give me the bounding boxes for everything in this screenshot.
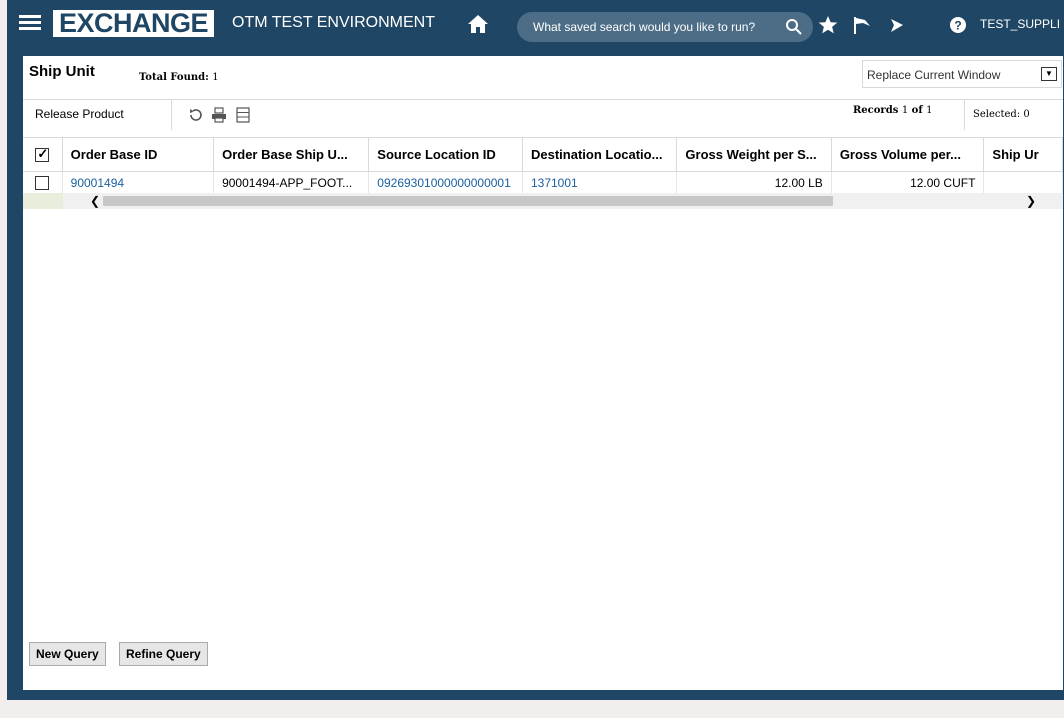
ship-unit-table: Order Base ID Order Base Ship U... Sourc… <box>23 137 1063 194</box>
source-location-cell: 09269301000000000001 <box>368 171 523 194</box>
exchange-logo: EXCHANGE <box>53 10 215 37</box>
selected-count: 0 <box>1023 109 1030 120</box>
select-all-cell <box>23 137 63 172</box>
top-bar: EXCHANGE OTM TEST ENVIRONMENT ? TEST_SUP… <box>7 0 1064 54</box>
ship-unit-cell <box>983 171 1063 194</box>
app-frame: EXCHANGE OTM TEST ENVIRONMENT ? TEST_SUP… <box>7 0 1064 700</box>
selected-separator <box>964 100 965 130</box>
menu-icon[interactable] <box>19 12 41 34</box>
table-header-row: Order Base ID Order Base Ship U... Sourc… <box>23 137 1063 172</box>
total-found: Total Found: 1 <box>139 72 219 83</box>
records-label: Records <box>853 105 899 116</box>
column-header-ship-unit[interactable]: Ship Ur <box>983 137 1063 172</box>
refine-query-button[interactable]: Refine Query <box>119 642 208 666</box>
print-icon[interactable] <box>211 107 227 123</box>
release-product-button[interactable]: Release Product <box>35 107 124 121</box>
records-of-label: of <box>911 105 923 116</box>
star-icon[interactable] <box>817 14 839 36</box>
destination-location-cell: 1371001 <box>522 171 678 194</box>
total-found-label: Total Found: <box>139 72 209 83</box>
order-base-id-link[interactable]: 90001494 <box>71 176 124 190</box>
column-header-source-location-id[interactable]: Source Location ID <box>368 137 523 172</box>
records-from: 1 <box>901 105 909 116</box>
horizontal-scrollbar[interactable]: ❮ ❯ <box>23 193 1063 209</box>
total-found-value: 1 <box>212 72 219 83</box>
scrollbar-spacer <box>23 193 63 209</box>
saved-search <box>517 12 813 42</box>
help-icon[interactable]: ? <box>947 14 969 36</box>
gross-weight-cell: 12.00 LB <box>676 171 832 194</box>
refresh-icon[interactable] <box>188 107 204 123</box>
scroll-right-icon[interactable]: ❯ <box>1023 193 1039 209</box>
column-header-gross-weight[interactable]: Gross Weight per S... <box>676 137 832 172</box>
toolbar-divider <box>23 99 1063 100</box>
column-header-destination-location[interactable]: Destination Locatio... <box>522 137 678 172</box>
ship-unit-panel: Ship Unit Total Found: 1 Replace Current… <box>23 56 1063 690</box>
order-base-id-cell: 90001494 <box>62 171 215 194</box>
svg-text:?: ? <box>954 19 961 33</box>
flag-icon[interactable] <box>851 14 873 36</box>
user-menu[interactable]: TEST_SUPPLI <box>980 17 1060 31</box>
scroll-left-icon[interactable]: ❮ <box>87 193 103 209</box>
search-icon[interactable] <box>785 18 803 36</box>
window-mode-select[interactable]: Replace Current Window ▼ <box>862 60 1062 88</box>
saved-search-input[interactable] <box>533 19 773 35</box>
selected-indicator: Selected: 0 <box>973 109 1030 120</box>
bell-icon[interactable] <box>887 14 909 36</box>
chevron-down-icon[interactable]: ▼ <box>1041 67 1057 81</box>
new-query-button[interactable]: New Query <box>29 642 106 666</box>
page-title: Ship Unit <box>29 63 95 80</box>
records-total: 1 <box>926 105 933 116</box>
toolbar-separator <box>171 100 172 130</box>
table-row: 90001494 90001494-APP_FOOT... 0926930100… <box>23 171 1063 194</box>
order-base-ship-unit-cell: 90001494-APP_FOOT... <box>213 171 370 194</box>
destination-location-link[interactable]: 1371001 <box>531 176 578 190</box>
home-icon[interactable] <box>467 14 489 34</box>
column-header-order-base-ship-unit[interactable]: Order Base Ship U... <box>213 137 370 172</box>
column-header-order-base-id[interactable]: Order Base ID <box>62 137 215 172</box>
gross-volume-cell: 12.00 CUFT <box>831 171 985 194</box>
row-checkbox[interactable] <box>35 176 50 191</box>
column-header-gross-volume[interactable]: Gross Volume per... <box>831 137 985 172</box>
source-location-link[interactable]: 09269301000000000001 <box>377 176 510 190</box>
environment-title: OTM TEST ENVIRONMENT <box>232 14 435 31</box>
selected-label: Selected: <box>973 109 1021 120</box>
row-select-cell <box>23 171 63 194</box>
select-all-checkbox[interactable] <box>35 146 50 163</box>
scrollbar-thumb[interactable] <box>103 196 833 206</box>
records-indicator: Records 1 of 1 <box>853 105 933 116</box>
window-mode-value: Replace Current Window <box>867 68 1001 82</box>
columns-icon[interactable] <box>235 107 251 123</box>
